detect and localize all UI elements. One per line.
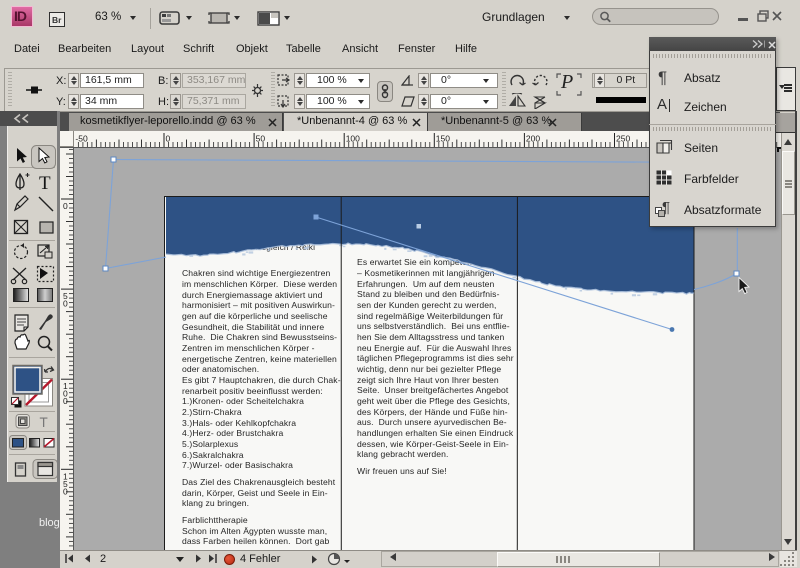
svg-text:T: T — [39, 173, 51, 194]
svg-text:T: T — [40, 415, 48, 430]
